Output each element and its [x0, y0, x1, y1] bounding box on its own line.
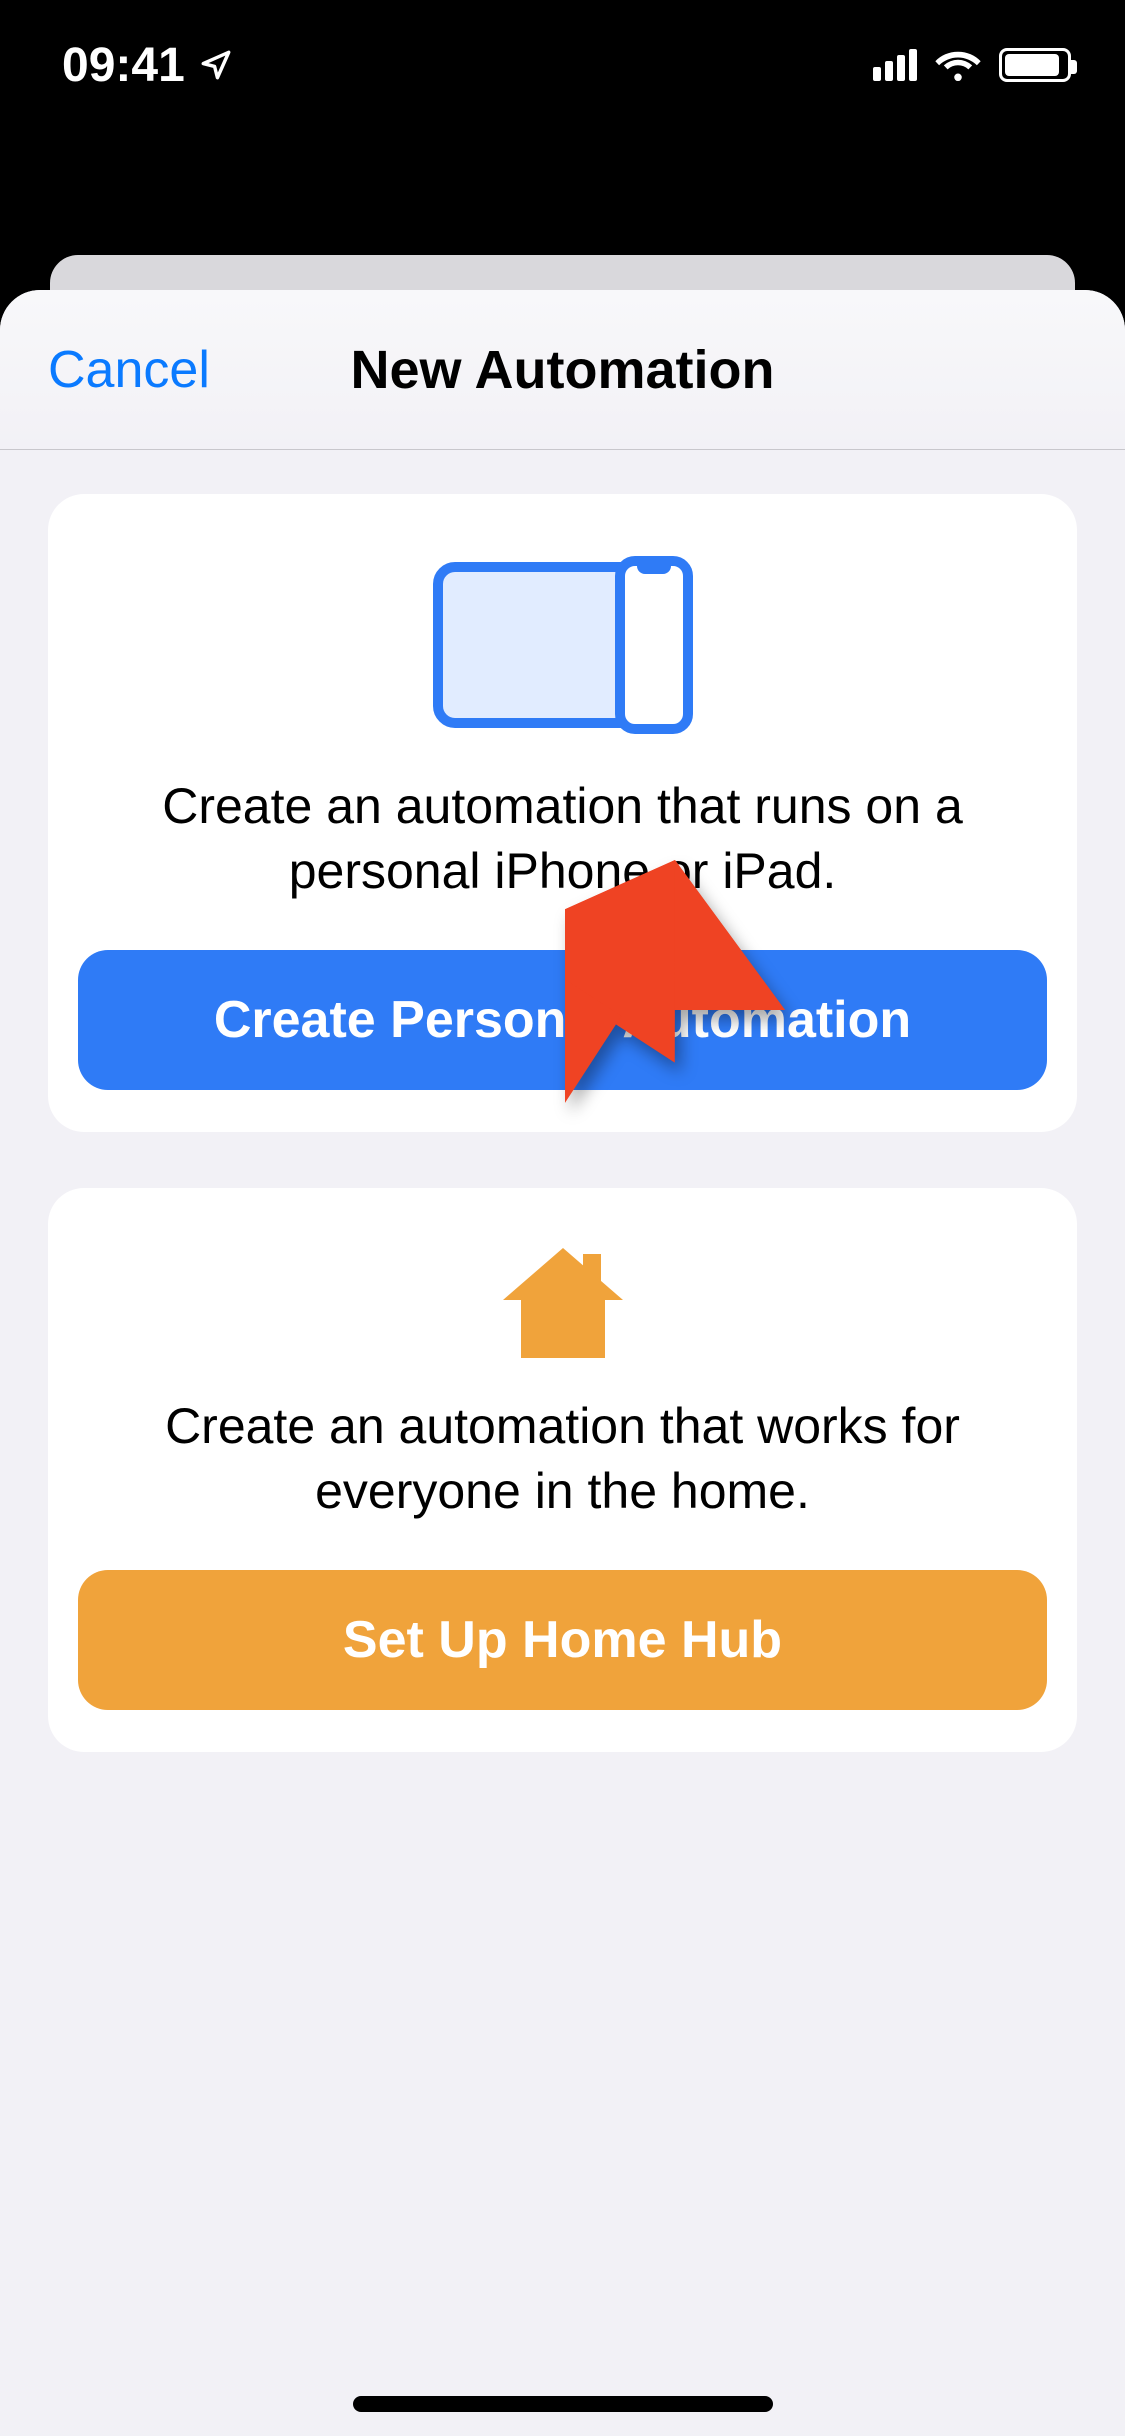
page-title: New Automation	[351, 339, 775, 401]
status-time: 09:41	[62, 38, 185, 93]
wifi-icon	[935, 48, 981, 82]
status-bar: 09:41	[0, 0, 1125, 130]
status-right	[873, 48, 1071, 82]
annotation-arrow-icon	[565, 860, 985, 1420]
iphone-icon	[615, 556, 693, 734]
set-up-home-hub-button[interactable]: Set Up Home Hub	[78, 1570, 1047, 1710]
nav-bar: Cancel New Automation	[0, 290, 1125, 450]
battery-icon	[999, 48, 1071, 82]
location-arrow-icon	[199, 48, 233, 82]
home-indicator[interactable]	[353, 2396, 773, 2412]
cancel-button[interactable]: Cancel	[48, 340, 210, 400]
status-left: 09:41	[62, 38, 233, 93]
cellular-signal-icon	[873, 49, 917, 81]
devices-icon	[433, 556, 693, 738]
